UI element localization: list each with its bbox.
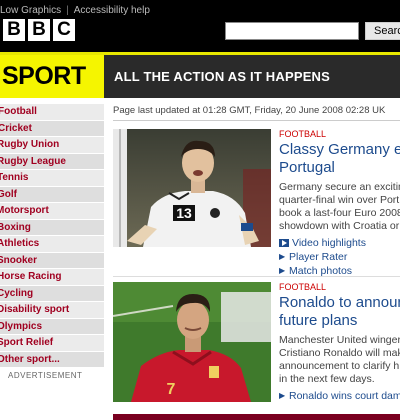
story-kicker: FOOTBALL (279, 282, 327, 292)
sport-section-logo[interactable]: SPORT (0, 55, 104, 98)
summary-line: Cristiano Ronaldo will make (279, 347, 400, 359)
nav-item-snooker[interactable]: Snooker (0, 252, 104, 269)
story-headline[interactable]: Classy Germany elim (279, 141, 400, 159)
separator: | (66, 5, 69, 16)
sport-banner: SPORT ALL THE ACTION AS IT HAPPENS (0, 52, 400, 98)
nav-item-horse-racing[interactable]: Horse Racing (0, 269, 104, 286)
story-text: FOOTBALL Ronaldo to announce future plan… (279, 282, 400, 403)
bbc-logo[interactable]: B B C (3, 19, 75, 41)
story-photo-ronaldo[interactable]: 7 (113, 282, 271, 402)
divider (113, 120, 400, 121)
nav-item-golf[interactable]: Golf (0, 186, 104, 203)
nav-item-rugby-union[interactable]: Rugby Union (0, 137, 104, 154)
nav-item-motorsport[interactable]: Motorsport (0, 203, 104, 220)
video-icon (279, 239, 289, 247)
summary-line: showdown with Croatia or (279, 220, 400, 232)
last-updated-timestamp: Page last updated at 01:28 GMT, Friday, … (113, 105, 386, 116)
story-links: ▶ Ronaldo wins court dama (279, 389, 400, 403)
nav-item-football[interactable]: Football (0, 104, 104, 121)
nav-item-sport-relief[interactable]: Sport Relief (0, 335, 104, 352)
nav-item-olympics[interactable]: Olympics (0, 318, 104, 335)
link-label: Video highlights (292, 237, 366, 249)
player-rater-link[interactable]: ▶ Player Rater (279, 250, 400, 264)
svg-text:7: 7 (167, 381, 176, 398)
nav-item-boxing[interactable]: Boxing (0, 219, 104, 236)
summary-line: quarter-final win over Port (279, 194, 400, 206)
search-button[interactable]: Search (365, 22, 400, 40)
summary-line: announcement to clarify h (279, 360, 400, 372)
advertisement-label: ADVERTISEMENT (8, 371, 83, 380)
summary-line: in the next few days. (279, 373, 375, 385)
nav-item-tennis[interactable]: Tennis (0, 170, 104, 187)
story-text: FOOTBALL Classy Germany elim Portugal Ge… (279, 129, 400, 278)
logo-letter: C (53, 19, 75, 41)
link-label: Ronaldo wins court dama (289, 390, 400, 402)
section-bar (113, 414, 400, 420)
link-label: Player Rater (289, 251, 348, 263)
nav-item-rugby-league[interactable]: Rugby League (0, 153, 104, 170)
nav-item-cricket[interactable]: Cricket (0, 120, 104, 137)
logo-letter: B (28, 19, 50, 41)
portugal-player-image: 7 (113, 282, 271, 402)
summary-line: book a last-four Euro 2008 (279, 207, 400, 219)
nav-item-disability-sport[interactable]: Disability sport (0, 302, 104, 319)
ronaldo-court-link[interactable]: ▶ Ronaldo wins court dama (279, 389, 400, 403)
logo-letter: B (3, 19, 25, 41)
summary-line: Manchester United winger (279, 334, 400, 346)
sport-tagline: ALL THE ACTION AS IT HAPPENS (114, 69, 331, 84)
story-photo-germany[interactable]: 13 (113, 129, 271, 247)
arrow-icon: ▶ (279, 391, 286, 400)
svg-text:13: 13 (176, 205, 192, 221)
nav-item-other-sport[interactable]: Other sport... (0, 351, 104, 368)
low-graphics-link[interactable]: Low Graphics (0, 5, 61, 16)
story-headline[interactable]: Portugal (279, 159, 400, 177)
arrow-icon: ▶ (279, 252, 286, 261)
story-headline[interactable]: Ronaldo to announce (279, 294, 400, 312)
utility-links: Low Graphics | Accessibility help (0, 5, 150, 16)
germany-player-image: 13 (113, 129, 271, 247)
sport-nav: Football Cricket Rugby Union Rugby Leagu… (0, 104, 104, 380)
masthead: Low Graphics | Accessibility help B B C Se… (0, 0, 400, 52)
search-input[interactable] (225, 22, 359, 40)
story-links: Video highlights ▶ Player Rater ▶ Match ph… (279, 236, 400, 278)
accessibility-help-link[interactable]: Accessibility help (74, 5, 150, 16)
nav-item-cycling[interactable]: Cycling (0, 285, 104, 302)
story-summary: Germany secure an excitin quarter-final … (279, 181, 400, 233)
video-highlights-link[interactable]: Video highlights (279, 236, 400, 250)
summary-line: Germany secure an excitin (279, 181, 400, 193)
story-kicker: FOOTBALL (279, 129, 327, 139)
story-summary: Manchester United winger Cristiano Ronal… (279, 334, 400, 386)
divider (113, 276, 400, 277)
story-headline[interactable]: future plans (279, 312, 400, 330)
nav-item-athletics[interactable]: Athletics (0, 236, 104, 253)
